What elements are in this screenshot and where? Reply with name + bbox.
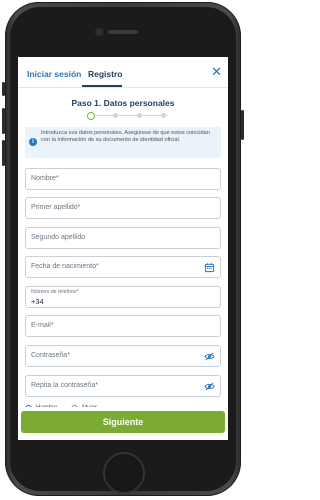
volume-up-button xyxy=(2,108,5,134)
password-repeat-placeholder: Repita la contraseña* xyxy=(31,382,98,389)
auth-tabs: Iniciar sesión Registro ✕ xyxy=(18,57,228,88)
telefono-field[interactable]: Número de teléfono* +34 xyxy=(25,286,221,308)
step-dot-3 xyxy=(137,113,142,118)
step-dot-2 xyxy=(113,113,118,118)
step-dot-4 xyxy=(161,113,166,118)
fecha-nacimiento-placeholder: Fecha de nacimiento* xyxy=(31,263,99,270)
email-placeholder: E-mail* xyxy=(31,322,54,329)
password-placeholder: Contraseña* xyxy=(31,352,70,359)
segundo-apellido-placeholder: Segundo apellido xyxy=(31,234,86,241)
next-button[interactable]: Siguiente xyxy=(21,411,225,433)
eye-off-icon[interactable] xyxy=(204,351,215,362)
telefono-prefix: +34 xyxy=(31,297,44,306)
email-field[interactable]: E-mail* xyxy=(25,315,221,337)
primer-apellido-placeholder: Primer apellido* xyxy=(31,204,81,211)
step-progress-line xyxy=(91,115,167,116)
mute-switch xyxy=(2,82,5,96)
info-icon: i xyxy=(29,138,37,146)
earpiece-speaker xyxy=(108,30,138,34)
primer-apellido-field[interactable]: Primer apellido* xyxy=(25,197,221,219)
telefono-label: Número de teléfono* xyxy=(31,289,79,295)
calendar-icon[interactable] xyxy=(204,262,215,273)
home-button[interactable] xyxy=(103,452,145,494)
front-camera xyxy=(95,28,103,36)
fecha-nacimiento-field[interactable]: Fecha de nacimiento* xyxy=(25,256,221,278)
footer-bar: Siguiente xyxy=(18,407,228,440)
eye-off-icon[interactable] xyxy=(204,381,215,392)
nombre-field[interactable]: Nombre* xyxy=(25,168,221,190)
step-progress xyxy=(87,112,177,120)
segundo-apellido-field[interactable]: Segundo apellido xyxy=(25,227,221,249)
power-button xyxy=(241,110,244,140)
app-screen: Iniciar sesión Registro ✕ Paso 1. Datos … xyxy=(18,57,228,440)
volume-down-button xyxy=(2,140,5,166)
close-icon[interactable]: ✕ xyxy=(211,65,222,79)
tab-register[interactable]: Registro xyxy=(88,69,122,79)
tab-login[interactable]: Iniciar sesión xyxy=(27,69,81,79)
active-tab-indicator xyxy=(82,85,122,87)
password-field[interactable]: Contraseña* xyxy=(25,345,221,367)
password-repeat-field[interactable]: Repita la contraseña* xyxy=(25,375,221,397)
info-banner: i Introduzca sus datos personales. Asegú… xyxy=(25,127,221,158)
nombre-placeholder: Nombre* xyxy=(31,175,59,182)
step-title: Paso 1. Datos personales xyxy=(71,98,175,108)
info-text: Introduzca sus datos personales. Asegúre… xyxy=(41,130,210,144)
step-dot-1 xyxy=(87,112,95,120)
